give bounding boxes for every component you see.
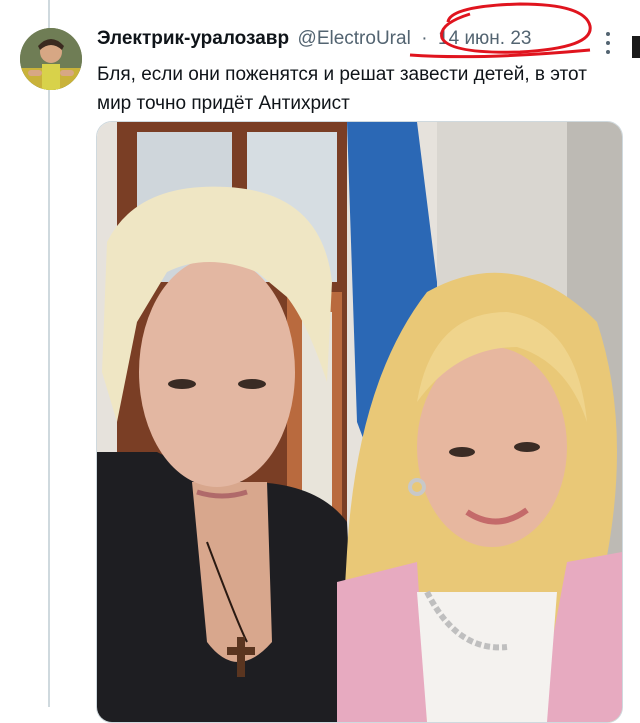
edge-fragment bbox=[632, 36, 640, 58]
author-handle[interactable]: @ElectroUral bbox=[298, 28, 411, 49]
tweet-text: Бля, если они поженятся и решат завести … bbox=[97, 64, 587, 114]
thread-line bbox=[48, 0, 50, 707]
author-name[interactable]: Электрик-уралозавр bbox=[97, 28, 289, 49]
tweet-date[interactable]: 14 июн. 23 bbox=[438, 28, 531, 49]
tweet-media-photo[interactable] bbox=[96, 121, 623, 723]
more-vertical-icon[interactable] bbox=[598, 30, 618, 56]
tweet-header: Электрик-уралозавр @ElectroUral · 14 июн… bbox=[97, 28, 600, 54]
header-separator: · bbox=[421, 28, 428, 49]
author-avatar[interactable] bbox=[20, 28, 82, 90]
avatar-photo-icon bbox=[20, 28, 82, 90]
photo-image-icon bbox=[97, 122, 622, 722]
